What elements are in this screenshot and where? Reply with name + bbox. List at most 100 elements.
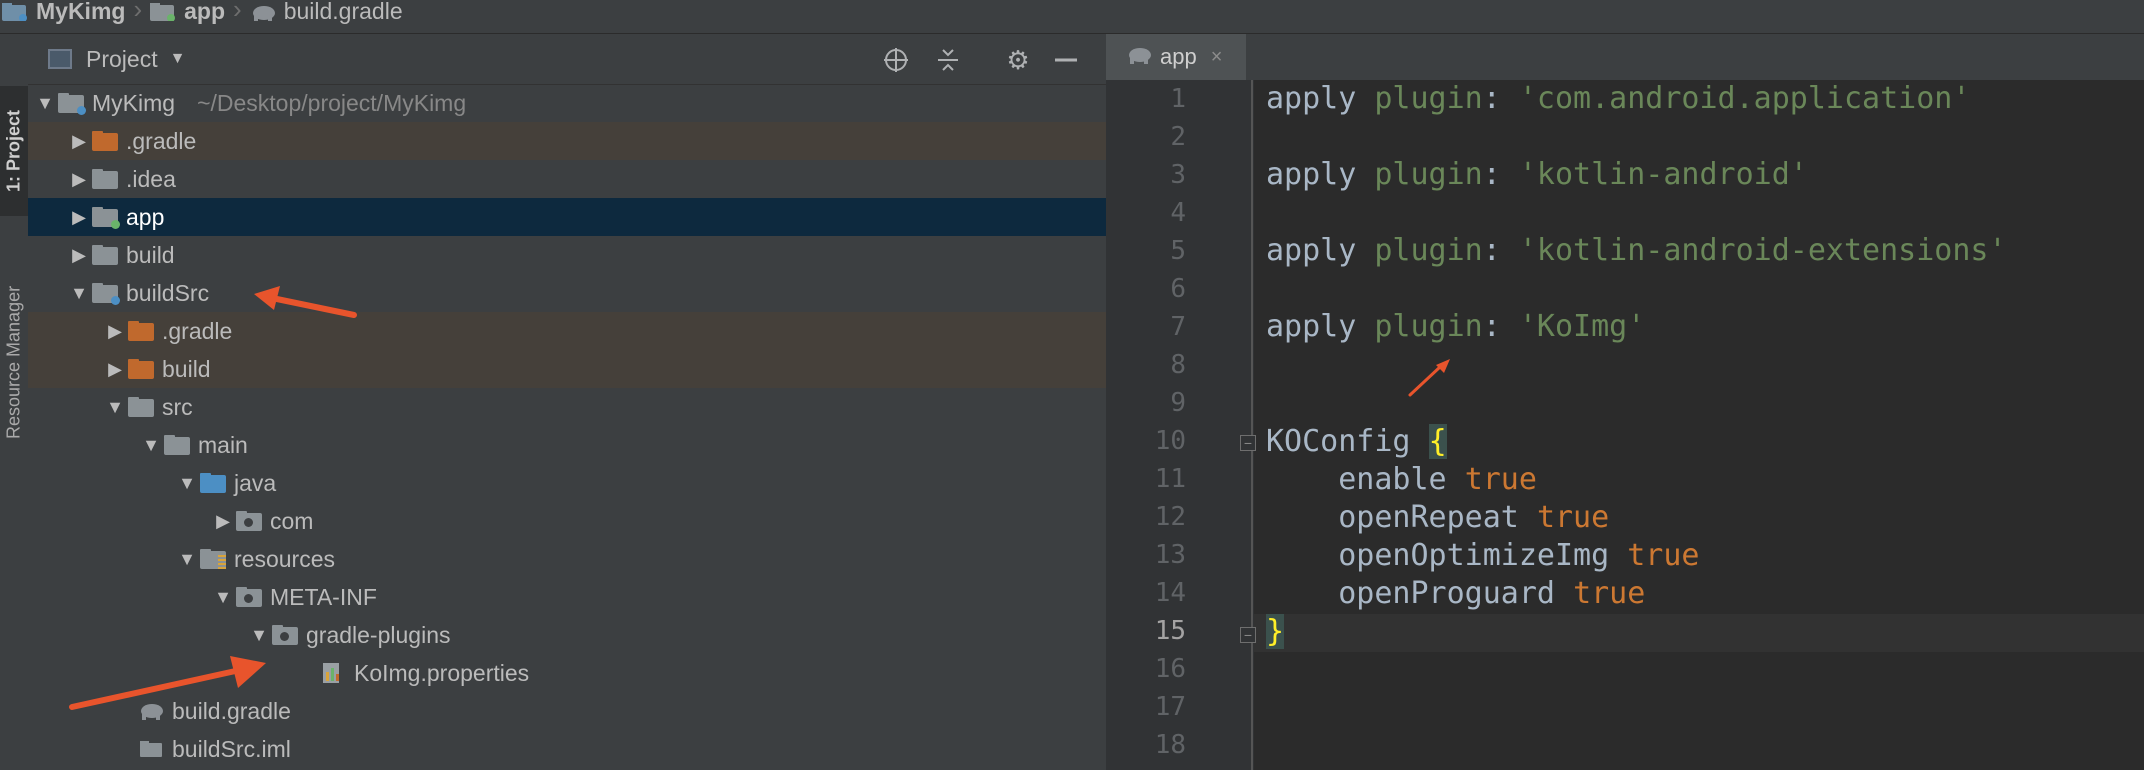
collapse-all-icon[interactable]	[934, 46, 962, 74]
module-folder-icon	[92, 207, 120, 229]
tree-item-java[interactable]: ▼ java	[28, 464, 1106, 502]
folder-icon	[164, 435, 190, 455]
chevron-right-icon[interactable]: ▶	[102, 321, 128, 342]
resources-folder-icon	[200, 549, 226, 569]
chevron-down-icon[interactable]: ▼	[174, 473, 200, 494]
chevron-down-icon[interactable]: ▼	[102, 397, 128, 418]
line-number: 8	[1170, 350, 1186, 380]
chevron-right-icon[interactable]: ▶	[66, 169, 92, 190]
code-line-12: openRepeat true	[1338, 500, 1610, 535]
line-number: 17	[1154, 692, 1186, 722]
module-folder-icon	[2, 2, 27, 21]
chevron-right-icon[interactable]: ▶	[210, 511, 236, 532]
line-number: 12	[1154, 502, 1186, 532]
code-line-13: openOptimizeImg true	[1338, 538, 1700, 573]
editor-tab-bar: app ×	[1106, 34, 2144, 81]
tree-item-build-gradle[interactable]: build.gradle	[28, 692, 1106, 730]
line-number: 2	[1170, 122, 1186, 152]
breadcrumb-app[interactable]: app	[150, 0, 225, 25]
tree-item-buildsrc-build[interactable]: ▶ build	[28, 350, 1106, 388]
line-number: 9	[1170, 388, 1186, 418]
fold-end-icon[interactable]: −	[1240, 627, 1256, 643]
code-line-3: apply plugin: 'kotlin-android'	[1266, 157, 1808, 192]
module-folder-icon	[58, 93, 86, 115]
tree-item-main[interactable]: ▼ main	[28, 426, 1106, 464]
line-number: 15	[1154, 616, 1186, 646]
line-number: 16	[1154, 654, 1186, 684]
chevron-down-icon[interactable]: ▼	[66, 283, 92, 304]
gutter-divider	[1251, 80, 1253, 770]
close-icon[interactable]: ×	[1211, 46, 1223, 69]
breadcrumb-separator: ›	[133, 0, 143, 24]
gradle-elephant-icon	[1126, 44, 1152, 70]
code-line-15: }	[1266, 614, 1285, 649]
chevron-down-icon[interactable]: ▼	[138, 435, 164, 456]
folder-icon	[92, 169, 118, 189]
chevron-right-icon[interactable]: ▶	[102, 359, 128, 380]
code-line-10: KOConfig {	[1266, 424, 1447, 459]
locate-icon[interactable]	[882, 46, 910, 74]
breadcrumb-build-gradle[interactable]: build.gradle	[250, 0, 403, 25]
tree-item-koimg-properties[interactable]: KoImg.properties	[28, 654, 1106, 692]
line-number: 5	[1170, 236, 1186, 266]
fold-collapse-icon[interactable]: −	[1240, 435, 1256, 451]
code-line-1: apply plugin: 'com.android.application'	[1266, 81, 1971, 116]
tree-item-buildsrc-gradle[interactable]: ▶ .gradle	[28, 312, 1106, 350]
line-number: 18	[1154, 730, 1186, 760]
current-line-highlight	[1254, 614, 2144, 652]
tree-item-gradle[interactable]: ▶ .gradle	[28, 122, 1106, 160]
navigation-bar: MyKimg › app › build.gradle	[0, 0, 2144, 34]
tree-item-build[interactable]: ▶ build	[28, 236, 1106, 274]
tree-item-mykimg[interactable]: ▼ MyKimg ~/Desktop/project/MyKimg	[28, 84, 1106, 122]
chevron-down-icon[interactable]: ▼	[32, 93, 58, 114]
line-number: 4	[1170, 198, 1186, 228]
tree-item-app[interactable]: ▶ app	[28, 198, 1106, 236]
line-number: 13	[1154, 540, 1186, 570]
tab-project[interactable]: 1: Project	[0, 86, 28, 216]
project-panel-header: Project ▼ ⚙	[28, 34, 1106, 85]
chevron-right-icon[interactable]: ▶	[66, 131, 92, 152]
tree-item-src[interactable]: ▼ src	[28, 388, 1106, 426]
chevron-down-icon[interactable]: ▼	[246, 625, 272, 646]
code-line-14: openProguard true	[1338, 576, 1646, 611]
gradle-elephant-icon	[141, 704, 163, 720]
chevron-down-icon: ▼	[169, 50, 186, 67]
tree-item-idea[interactable]: ▶ .idea	[28, 160, 1106, 198]
source-folder-icon	[200, 473, 226, 493]
chevron-right-icon[interactable]: ▶	[66, 207, 92, 228]
breadcrumb-mykimg[interactable]: MyKimg	[2, 0, 125, 25]
package-icon	[236, 511, 262, 531]
project-panel: Project ▼ ⚙ ▼ MyKimg ~/Desktop/project/M…	[28, 34, 1106, 770]
tool-window-strip: 1: Project Resource Manager	[0, 34, 29, 770]
project-view-icon	[48, 49, 72, 69]
tree-item-com[interactable]: ▶ com	[28, 502, 1106, 540]
code-line-5: apply plugin: 'kotlin-android-extensions…	[1266, 233, 2007, 268]
tree-item-gradle-plugins[interactable]: ▼ gradle-plugins	[28, 616, 1106, 654]
line-number: 7	[1170, 312, 1186, 342]
tree-item-buildsrc-iml[interactable]: buildSrc.iml	[28, 730, 1106, 768]
chevron-down-icon[interactable]: ▼	[174, 549, 200, 570]
tree-item-buildsrc[interactable]: ▼ buildSrc	[28, 274, 1106, 312]
tab-resource-manager[interactable]: Resource Manager	[0, 262, 28, 462]
project-view-selector[interactable]: Project ▼	[48, 46, 185, 73]
line-number: 14	[1154, 578, 1186, 608]
gear-icon[interactable]: ⚙	[1004, 45, 1032, 75]
tree-item-meta-inf[interactable]: ▼ META-INF	[28, 578, 1106, 616]
chevron-down-icon[interactable]: ▼	[210, 587, 236, 608]
line-number: 11	[1154, 464, 1186, 494]
breadcrumb-separator: ›	[233, 0, 242, 24]
minimize-icon[interactable]	[1052, 46, 1080, 74]
excluded-folder-icon	[128, 321, 154, 341]
excluded-folder-icon	[92, 131, 118, 151]
tab-app-build-gradle[interactable]: app ×	[1106, 34, 1246, 80]
line-number: 3	[1170, 160, 1186, 190]
package-icon	[272, 625, 298, 645]
excluded-folder-icon	[128, 359, 154, 379]
tree-item-resources[interactable]: ▼ resources	[28, 540, 1106, 578]
line-number: 6	[1170, 274, 1186, 304]
line-number: 10	[1154, 426, 1186, 456]
code-line-7: apply plugin: 'KoImg'	[1266, 309, 1646, 344]
folder-icon	[128, 397, 154, 417]
package-icon	[236, 587, 262, 607]
chevron-right-icon[interactable]: ▶	[66, 245, 92, 266]
